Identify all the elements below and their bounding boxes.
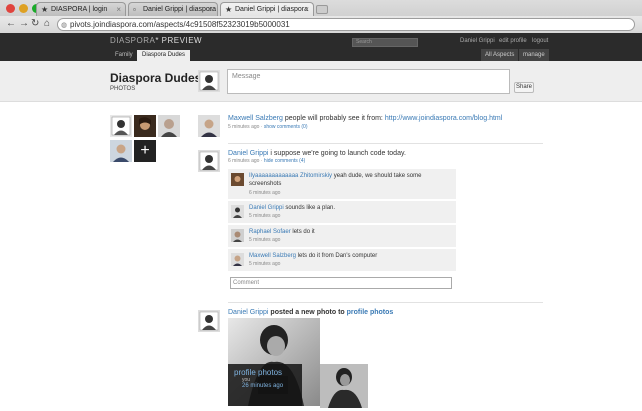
thumbnail-image [320,364,368,408]
address-bar[interactable]: ◍ pivots.joindiaspora.com/aspects/4c9150… [57,18,635,31]
post-3-author-link[interactable]: Daniel Grippi [228,309,268,316]
post-1-meta: 5 minutes ago · show comments (0) [228,124,308,130]
back-arrow-icon[interactable]: ← [6,18,16,30]
post-author-avatar[interactable] [198,310,220,332]
comment-author-link[interactable]: Maxwell Salzberg [249,253,296,259]
site-header: DIASPORA* PREVIEW Search Daniel Grippi e… [0,33,642,61]
post-2-author-link[interactable]: Daniel Grippi [228,150,268,157]
comment-author-link[interactable]: Daniel Grippi [249,205,284,211]
comment-input[interactable]: Comment [230,277,452,289]
tab-diaspora-dudes[interactable]: Diaspora Dudes [137,50,191,61]
comment-author-link[interactable]: Raphael Sofaer [249,229,291,235]
edit-profile-link[interactable]: edit profile [499,38,527,44]
close-window-button[interactable] [6,4,15,13]
tab-family[interactable]: Family [110,50,138,61]
page-subtitle: PHOTOS [110,86,136,92]
comment-avatar[interactable] [231,205,244,218]
diaspora-star-icon: ★ [41,5,49,14]
close-tab-icon[interactable]: × [208,3,213,16]
minimize-window-button[interactable] [19,4,28,13]
reload-icon[interactable]: ↻ [31,18,39,30]
search-input[interactable]: Search [352,38,418,47]
comment-avatar[interactable] [231,229,244,242]
logout-link[interactable]: logout [532,38,548,44]
post-1-author-link[interactable]: Maxwell Salzberg [228,115,283,122]
comment: Raphael Sofaer lets do it 5 minutes ago [228,225,456,247]
user-name-link[interactable]: Daniel Grippi [460,38,495,44]
page-icon: ▫ [133,5,136,14]
new-tab-button[interactable] [316,5,328,14]
comment: Maxwell Salzberg lets do it from Dan's c… [228,249,456,271]
forward-arrow-icon[interactable]: → [19,18,29,30]
browser-tab-2[interactable]: ▫ Daniel Grippi | diaspora × [128,2,218,16]
browser-toolbar: ← → ↻ ⌂ ◍ pivots.joindiaspora.com/aspect… [0,16,642,33]
profile-photo[interactable]: profile photos you 26 minutes ago [228,318,320,406]
photo-thumbnail[interactable] [320,364,368,408]
share-button[interactable]: Share [514,82,534,93]
globe-icon: ◍ [61,22,68,29]
comment: Daniel Grippi sounds like a plan. 5 minu… [228,201,456,223]
comment: Ilyaaaaaaaaaaaaa Zhitomirskiy yeah dude,… [228,169,456,199]
post-author-avatar[interactable] [198,115,220,137]
publisher-avatar [198,70,220,92]
site-logo[interactable]: DIASPORA* PREVIEW [110,36,202,45]
close-tab-icon[interactable]: × [304,3,309,16]
person-avatar[interactable] [158,115,180,137]
album-link[interactable]: profile photos [347,309,394,316]
aspect-header: Diaspora Dudes PHOTOS Message Share [0,61,642,102]
all-aspects-button[interactable]: All Aspects [481,49,519,61]
photo-caption: profile photos you 26 minutes ago [228,364,302,406]
person-avatar[interactable] [110,140,132,162]
divider [228,143,543,144]
hide-comments-link[interactable]: hide comments (4) [264,158,305,164]
post-author-avatar[interactable] [198,150,220,172]
post-1-url-link[interactable]: http://www.joindiaspora.com/blog.html [385,115,503,122]
message-input[interactable]: Message [227,69,510,94]
browser-chrome: ★ DIASPORA | login × ▫ Daniel Grippi | d… [0,0,642,33]
add-person-button[interactable]: + [134,140,156,162]
show-comments-link[interactable]: show comments (0) [264,124,308,130]
post-3-text: Daniel Grippi posted a new photo to prof… [228,309,394,316]
post-1-text: Maxwell Salzberg people will probably se… [228,115,503,122]
browser-tab-3[interactable]: ★ Daniel Grippi | diaspora × [220,2,314,16]
comment-author-link[interactable]: Ilyaaaaaaaaaaaaa Zhitomirskiy [249,173,332,179]
comment-avatar[interactable] [231,173,244,186]
diaspora-star-icon: ★ [225,5,233,14]
divider [228,302,543,303]
person-avatar[interactable] [134,115,156,137]
comment-avatar[interactable] [231,253,244,266]
home-icon[interactable]: ⌂ [44,18,50,30]
person-avatar[interactable] [110,115,132,137]
close-tab-icon[interactable]: × [116,3,121,16]
browser-tab-1[interactable]: ★ DIASPORA | login × [36,2,126,16]
manage-button[interactable]: manage [519,49,549,61]
post-2-text: Daniel Grippi i suppose we're going to l… [228,150,406,157]
page-title: Diaspora Dudes [110,71,202,85]
post-2-meta: 6 minutes ago · hide comments (4) [228,158,306,164]
